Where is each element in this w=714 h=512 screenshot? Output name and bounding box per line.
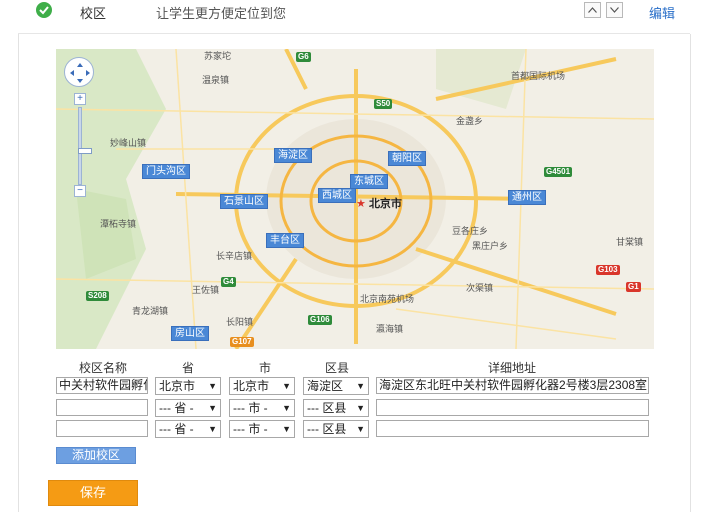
province-select[interactable]: 北京市 ▼	[155, 377, 221, 395]
road-shield: G6	[296, 52, 311, 62]
campus-map[interactable]: + − 海淀区 朝阳区 东城区 西城区 门头沟区 石景山区 丰台区 通州区 房山…	[56, 49, 654, 349]
province-select-value: --- 省 -	[159, 401, 194, 415]
dropdown-arrow-icon: ▼	[282, 424, 291, 434]
move-up-button[interactable]	[584, 2, 601, 18]
campus-name-input[interactable]: 中关村软件园孵化	[56, 377, 148, 394]
dropdown-arrow-icon: ▼	[208, 403, 217, 413]
province-select-value: 北京市	[159, 379, 196, 393]
map-district-label: 西城区	[318, 188, 356, 203]
road-shield: S50	[374, 99, 393, 109]
road-shield: G4501	[544, 167, 573, 177]
map-place-label: 金盏乡	[456, 116, 484, 126]
district-select[interactable]: --- 区县 ▼	[303, 399, 369, 417]
map-place-label: 长阳镇	[226, 317, 254, 327]
map-place-label: 青龙湖镇	[132, 306, 169, 316]
city-select[interactable]: 北京市 ▼	[229, 377, 295, 395]
city-select[interactable]: --- 市 - ▼	[229, 420, 295, 438]
star-icon: ★	[356, 198, 366, 210]
road-shield: G106	[308, 315, 332, 325]
map-district-label: 通州区	[508, 190, 546, 205]
road-shield: G103	[596, 265, 620, 275]
section-header: 校区 让学生更方便定位到您 编辑	[18, 0, 690, 34]
column-header-address: 详细地址	[487, 361, 536, 375]
dropdown-arrow-icon: ▼	[208, 424, 217, 434]
map-center-label: 北京市	[368, 198, 402, 210]
map-place-label: 王佐镇	[192, 285, 220, 295]
map-district-label: 门头沟区	[142, 164, 190, 179]
pan-control[interactable]	[64, 57, 94, 87]
province-select-value: --- 省 -	[159, 422, 194, 436]
section-title: 校区	[80, 6, 107, 21]
save-button[interactable]: 保存	[48, 480, 138, 506]
map-district-label: 东城区	[350, 174, 388, 189]
map-place-label: 苏家坨	[204, 51, 232, 61]
province-select[interactable]: --- 省 - ▼	[155, 420, 221, 438]
district-select-value: --- 区县	[307, 401, 347, 415]
address-input[interactable]	[376, 420, 649, 437]
dropdown-arrow-icon: ▼	[282, 381, 291, 391]
column-header-district: 区县	[324, 361, 349, 375]
road-shield: S208	[86, 291, 109, 301]
check-icon	[36, 2, 52, 18]
dropdown-arrow-icon: ▼	[208, 381, 217, 391]
edit-link[interactable]: 编辑	[649, 3, 675, 22]
province-select[interactable]: --- 省 - ▼	[155, 399, 221, 417]
map-place-label: 长辛店镇	[216, 251, 253, 261]
map-district-label: 海淀区	[274, 148, 312, 163]
zoom-out-button[interactable]: −	[74, 185, 86, 197]
column-header-name: 校区名称	[78, 361, 127, 375]
city-select[interactable]: --- 市 - ▼	[229, 399, 295, 417]
map-place-label: 甘棠镇	[616, 237, 644, 247]
road-shield: G107	[230, 337, 254, 347]
dropdown-arrow-icon: ▼	[356, 424, 365, 434]
zoom-in-button[interactable]: +	[74, 93, 86, 105]
column-header-city: 市	[258, 361, 271, 375]
add-campus-button[interactable]: 添加校区	[56, 447, 136, 464]
dropdown-arrow-icon: ▼	[356, 403, 365, 413]
map-district-label: 丰台区	[266, 233, 304, 248]
district-select[interactable]: 海淀区 ▼	[303, 377, 369, 395]
chevron-down-icon	[610, 7, 619, 13]
column-header-province: 省	[181, 361, 194, 375]
city-select-value: --- 市 -	[233, 422, 268, 436]
chevron-up-icon	[588, 7, 597, 13]
map-center-marker: ★ 北京市	[356, 195, 402, 211]
road-shield: G4	[221, 277, 236, 287]
zoom-slider-track[interactable]	[78, 107, 92, 185]
map-place-label: 北京南苑机场	[360, 294, 415, 304]
district-select-value: 海淀区	[307, 379, 344, 393]
map-district-label: 朝阳区	[388, 151, 426, 166]
dropdown-arrow-icon: ▼	[282, 403, 291, 413]
map-place-label: 温泉镇	[202, 75, 230, 85]
map-district-label: 石景山区	[220, 194, 268, 209]
city-select-value: --- 市 -	[233, 401, 268, 415]
map-place-label: 豆各庄乡	[452, 226, 489, 236]
move-down-button[interactable]	[606, 2, 623, 18]
map-place-label: 黑庄户乡	[472, 241, 509, 251]
map-place-label: 瀛海镇	[376, 324, 404, 334]
address-input[interactable]	[376, 399, 649, 416]
campus-name-input[interactable]	[56, 420, 148, 437]
map-district-label: 房山区	[171, 326, 209, 341]
district-select[interactable]: --- 区县 ▼	[303, 420, 369, 438]
zoom-slider-handle[interactable]	[78, 148, 92, 154]
address-input[interactable]: 海淀区东北旺中关村软件园孵化器2号楼3层2308室	[376, 377, 649, 394]
zoom-control: + −	[74, 93, 92, 199]
map-place-label: 首都国际机场	[511, 71, 566, 81]
pan-arrows-icon	[70, 63, 90, 83]
map-place-label: 潭柘寺镇	[100, 219, 137, 229]
map-place-label: 妙峰山镇	[110, 138, 147, 148]
dropdown-arrow-icon: ▼	[356, 381, 365, 391]
campus-name-input[interactable]	[56, 399, 148, 416]
road-shield: G1	[626, 282, 641, 292]
map-place-label: 次渠镇	[466, 283, 494, 293]
district-select-value: --- 区县	[307, 422, 347, 436]
city-select-value: 北京市	[233, 379, 270, 393]
section-description: 让学生更方便定位到您	[156, 6, 287, 21]
